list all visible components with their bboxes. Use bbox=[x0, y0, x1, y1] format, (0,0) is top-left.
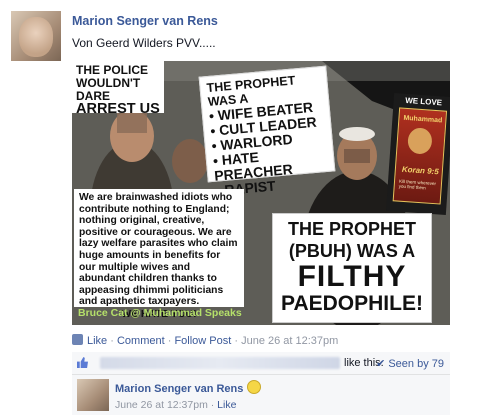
avatar-photo bbox=[19, 17, 53, 57]
sign-big-line-1: THE PROPHET bbox=[287, 219, 416, 239]
comment-timestamp[interactable]: June 26 at 12:37pm bbox=[115, 399, 208, 411]
image-credit: Bruce Cat @ Muhammad Speaks bbox=[78, 307, 242, 319]
author-avatar[interactable] bbox=[11, 11, 61, 61]
sign-police: THE POLICE WOULDN'T DARE ARREST US bbox=[72, 61, 164, 117]
post-timestamp[interactable]: June 26 at 12:37pm bbox=[241, 335, 338, 347]
sign-prophet-list: THE PROPHET WAS A • WIFE BEATER • CULT L… bbox=[198, 65, 336, 199]
thumbs-up-icon bbox=[77, 357, 88, 368]
comment-author[interactable]: Marion Senger van Rens bbox=[115, 380, 262, 395]
seen-by[interactable]: ✔ Seen by 79 bbox=[376, 357, 444, 370]
book-cover: Muhammad Koran 9:5 Kill them wherever yo… bbox=[392, 107, 448, 205]
like-link[interactable]: Like bbox=[87, 335, 107, 347]
book-title: Muhammad bbox=[403, 114, 443, 125]
comment-meta: June 26 at 12:37pm · Like bbox=[115, 399, 237, 411]
smiley-emoticon-icon bbox=[247, 380, 262, 394]
post-message: Von Geerd Wilders PVV..... bbox=[72, 36, 216, 50]
sign-police-line-2: WOULDN'T DARE bbox=[76, 76, 141, 103]
comment-like-link[interactable]: Like bbox=[217, 399, 236, 411]
photo-icon bbox=[72, 334, 83, 345]
sign-big-line-2: (PBUH) WAS A bbox=[288, 241, 416, 261]
book-portrait bbox=[407, 127, 433, 155]
liker-names-blurred[interactable] bbox=[100, 357, 340, 369]
post-actions: Like · Comment · Follow Post · June 26 a… bbox=[72, 334, 338, 347]
book-caption: Kill them wherever you find them bbox=[398, 178, 437, 191]
koran-book-sign: WE LOVE Muhammad Koran 9:5 Kill them whe… bbox=[385, 93, 450, 215]
seen-by-count: Seen by 79 bbox=[388, 358, 444, 370]
comment-link[interactable]: Comment bbox=[117, 335, 165, 347]
follow-post-link[interactable]: Follow Post bbox=[174, 335, 231, 347]
sign-big-line-3: FILTHY bbox=[297, 260, 407, 293]
sign-big: THE PROPHET (PBUH) WAS A FILTHY PAEDOPHI… bbox=[272, 213, 432, 323]
comment-author-name[interactable]: Marion Senger van Rens bbox=[115, 383, 243, 395]
commenter-avatar[interactable] bbox=[77, 379, 109, 411]
post-author-name[interactable]: Marion Senger van Rens bbox=[72, 14, 218, 28]
sign-left-body: We are brainwashed idiots who contribute… bbox=[79, 192, 238, 308]
post-photo[interactable]: THE POLICE WOULDN'T DARE ARREST US THE P… bbox=[72, 61, 450, 325]
comment-item: Marion Senger van Rens June 26 at 12:37p… bbox=[72, 375, 450, 415]
check-icon: ✔ bbox=[376, 358, 386, 370]
sign-left-text: We are brainwashed idiots who contribute… bbox=[74, 189, 244, 320]
sign-big-line-4: PAEDOPHILE! bbox=[281, 292, 423, 315]
likes-bar: like this. ✔ Seen by 79 bbox=[72, 352, 450, 375]
book-verse: Koran 9:5 bbox=[401, 164, 440, 177]
sign-police-line-3: ARREST US bbox=[76, 101, 160, 117]
